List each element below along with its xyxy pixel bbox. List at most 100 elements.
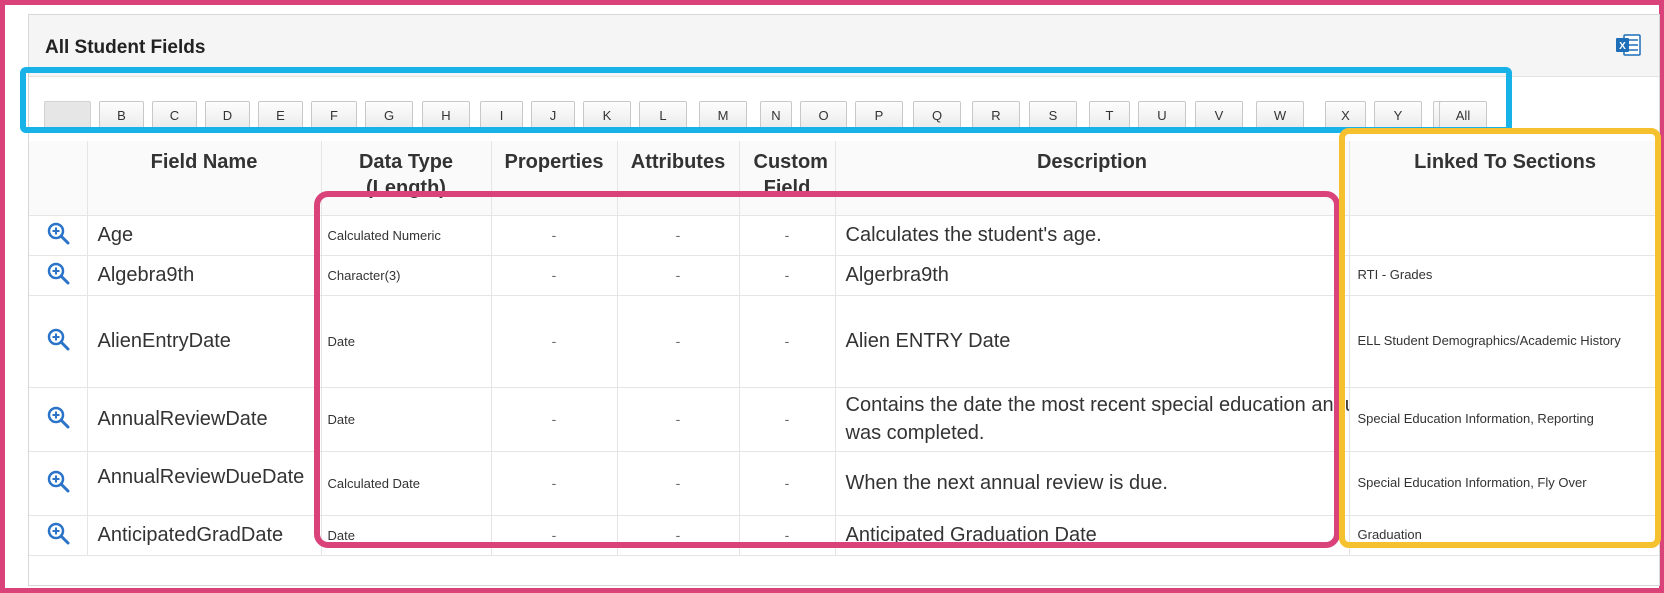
table-row: Algebra9th Character(3) - - - Algerbra9th RTI … [29,255,1659,296]
icon-column-header [29,141,88,216]
attributes-cell: - [617,215,740,256]
letter-button-t[interactable]: T [1089,101,1130,129]
magnifier-plus-icon[interactable] [46,521,70,545]
custom-field-cell: - [739,515,836,556]
letter-button-m[interactable]: M [699,101,747,129]
data-type-cell: Calculated Numeric [321,215,492,256]
letter-button-j[interactable]: J [531,101,575,129]
custom-field-cell: - [739,387,836,452]
letter-button-f[interactable]: F [311,101,357,129]
data-type-header[interactable]: Data Type (Length) [321,141,492,216]
description-cell: When the next annual review is due. [835,451,1350,516]
excel-icon[interactable]: X [1615,33,1641,57]
magnifier-plus-icon[interactable] [46,469,70,493]
field-name-cell: AnnualReviewDate [87,387,322,452]
description-text: Calculates the student's age. [845,224,1102,246]
description-cell: Calculates the student's age. [835,215,1350,256]
properties-cell: - [491,295,618,388]
letter-button-h[interactable]: H [422,101,470,129]
description-text: Alien ENTRY Date [845,330,1011,352]
row-icon-cell [29,255,88,296]
field-name-cell: AnnualReviewDueDate [87,451,322,516]
row-icon-cell [29,515,88,556]
description-cell: Algerbra9th [835,255,1350,296]
letter-button-r[interactable]: R [972,101,1020,129]
letter-button-v[interactable]: V [1195,101,1243,129]
row-icon-cell [29,215,88,256]
field-name-cell: AnticipatedGradDate [87,515,322,556]
custom-field-cell: - [739,255,836,296]
attributes-cell: - [617,451,740,516]
panel-title: All Student Fields [45,37,206,58]
field-name-header[interactable]: Field Name [87,141,322,216]
properties-header[interactable]: Properties [491,141,618,216]
letter-button-y[interactable]: Y [1374,101,1422,129]
description-text: Algerbra9th [845,264,949,286]
attributes-cell: - [617,387,740,452]
description-text: Contains the date the most recent specia… [845,394,1349,444]
description-cell: Contains the date the most recent specia… [835,387,1350,452]
student-fields-table: Field Name Data Type (Length) Properties… [29,141,1659,556]
custom-field-header[interactable]: Custom Field [739,141,836,216]
attributes-header[interactable]: Attributes [617,141,740,216]
letter-button-all[interactable]: All [1439,101,1487,129]
description-header[interactable]: Description [835,141,1350,216]
custom-field-cell: - [739,451,836,516]
letter-button-l[interactable]: L [639,101,687,129]
magnifier-plus-icon[interactable] [46,405,70,429]
linked-sections-header[interactable]: Linked To Sections [1349,141,1659,216]
properties-cell: - [491,387,618,452]
properties-cell: - [491,515,618,556]
letter-button-u[interactable]: U [1138,101,1186,129]
description-cell: Alien ENTRY Date [835,295,1350,388]
letter-button-s[interactable]: S [1029,101,1077,129]
row-icon-cell [29,387,88,452]
linked-sections-cell: ELL Student Demographics/Academic Histor… [1349,295,1659,388]
letter-button-w[interactable]: W [1256,101,1304,129]
data-type-cell: Date [321,515,492,556]
data-type-cell: Date [321,387,492,452]
description-cell: Anticipated Graduation Date [835,515,1350,556]
letter-button-n[interactable]: N [760,101,792,129]
magnifier-plus-icon[interactable] [46,327,70,351]
custom-field-cell: - [739,295,836,388]
linked-sections-cell: Graduation [1349,515,1659,556]
linked-sections-cell: RTI - Grades [1349,255,1659,296]
linked-sections-cell: Special Education Information, Fly Over [1349,451,1659,516]
row-icon-cell [29,451,88,516]
letter-button-q[interactable]: Q [913,101,961,129]
row-icon-cell [29,295,88,388]
data-type-cell: Calculated Date [321,451,492,516]
attributes-cell: - [617,295,740,388]
magnifier-plus-icon[interactable] [46,221,70,245]
letter-button-k[interactable]: K [583,101,631,129]
data-type-cell: Date [321,295,492,388]
attributes-cell: - [617,515,740,556]
letter-button-c[interactable]: C [152,101,197,129]
letter-button-x[interactable]: X [1325,101,1366,129]
letter-button-g[interactable]: G [365,101,413,129]
letter-button-i[interactable]: I [480,101,523,129]
custom-field-cell: - [739,215,836,256]
table-row: AlienEntryDate Date - - - Alien ENTRY Date ELL… [29,295,1659,388]
field-name-cell: AlienEntryDate [87,295,322,388]
magnifier-plus-icon[interactable] [46,261,70,285]
linked-sections-cell: Special Education Information, Reporting [1349,387,1659,452]
table-row: AnticipatedGradDate Date - - - Anticipated Gr… [29,515,1659,556]
letter-button-e[interactable]: E [258,101,303,129]
table-row: Age Calculated Numeric - - - Calculates the s… [29,215,1659,256]
letter-button-b[interactable]: B [99,101,144,129]
data-type-cell: Character(3) [321,255,492,296]
properties-cell: - [491,215,618,256]
letter-button-d[interactable]: D [205,101,250,129]
all-student-fields-panel: All Student Fields X ABCDEFGHIJKLMNOPQRS… [28,14,1660,586]
properties-cell: - [491,255,618,296]
description-text: When the next annual review is due. [845,472,1168,494]
attributes-cell: - [617,255,740,296]
letter-button-p[interactable]: P [855,101,903,129]
table-row: AnnualReviewDate Date - - - Contains the date… [29,387,1659,452]
field-name-cell: Age [87,215,322,256]
letter-button-o[interactable]: O [800,101,847,129]
letter-filter-bar: ABCDEFGHIJKLMNOPQRSTUVWXYZAll [29,81,1659,141]
letter-button-a[interactable]: A [44,101,91,129]
